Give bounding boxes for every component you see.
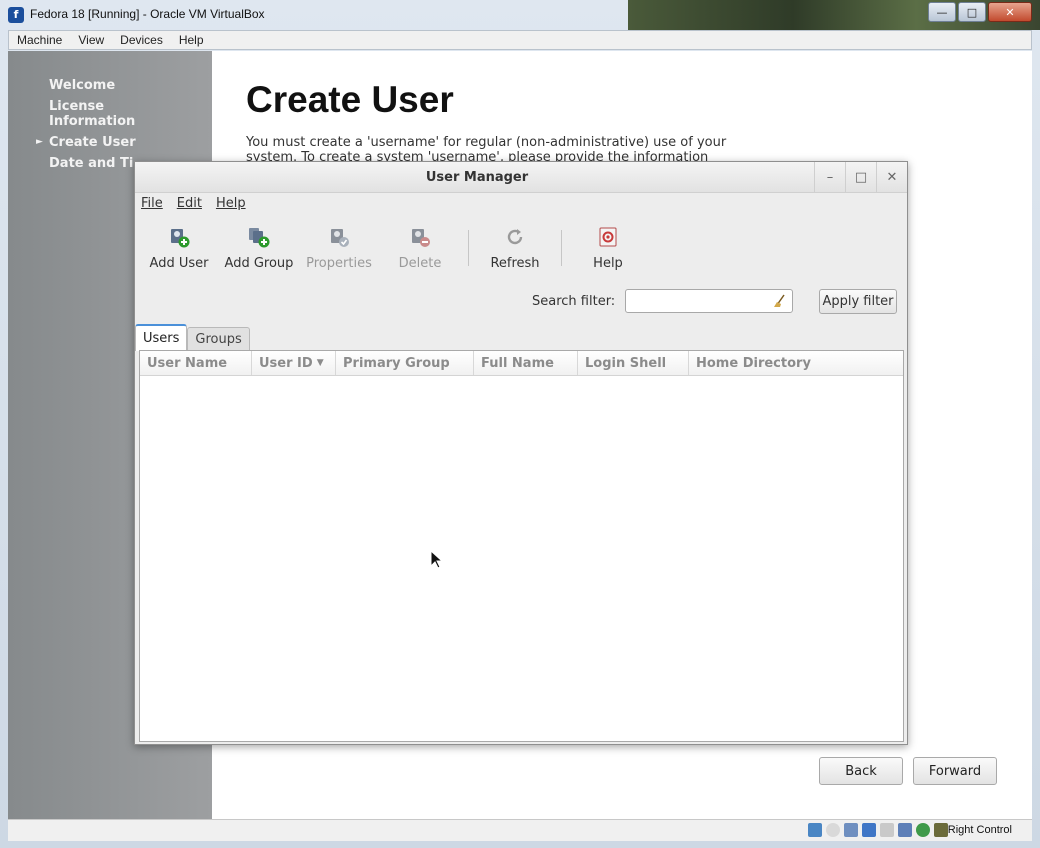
- mouse-pointer-icon: [430, 550, 444, 569]
- menu-devices[interactable]: Devices: [112, 33, 171, 47]
- table-header: User Name User ID ▼ Primary Group Full Na…: [140, 351, 903, 376]
- sort-descending-icon: ▼: [316, 358, 324, 368]
- network-icon[interactable]: [862, 823, 876, 837]
- properties-icon: [331, 229, 349, 247]
- tab-groups[interactable]: Groups: [187, 327, 250, 351]
- forward-button[interactable]: Forward: [913, 757, 997, 785]
- usb-icon[interactable]: [844, 823, 858, 837]
- dialog-close-button[interactable]: ✕: [876, 162, 907, 192]
- menu-edit[interactable]: Edit: [177, 196, 202, 211]
- toolbar-separator: [468, 230, 469, 266]
- menu-file[interactable]: File: [141, 196, 163, 211]
- help-icon: [599, 227, 617, 247]
- display-icon[interactable]: [898, 823, 912, 837]
- user-manager-menubar: File Edit Help: [141, 196, 260, 211]
- refresh-button[interactable]: Refresh: [477, 224, 553, 274]
- current-step-arrow-icon: ►: [36, 137, 43, 147]
- toolbar: Add User Add Group Properties Delete Ref…: [141, 224, 901, 274]
- virtualbox-statusbar: Right Control: [8, 819, 1032, 841]
- step-welcome: Welcome: [49, 78, 116, 93]
- back-button[interactable]: Back: [819, 757, 903, 785]
- column-user-name[interactable]: User Name: [140, 351, 252, 375]
- column-home-directory[interactable]: Home Directory: [689, 351, 903, 375]
- mouse-integration-icon[interactable]: [916, 823, 930, 837]
- clear-search-icon[interactable]: [772, 293, 788, 309]
- dialog-maximize-button[interactable]: □: [845, 162, 876, 192]
- virtualbox-titlebar[interactable]: f Fedora 18 [Running] - Oracle VM Virtua…: [0, 0, 1040, 30]
- menu-help[interactable]: Help: [171, 33, 212, 47]
- minimize-button[interactable]: —: [928, 2, 956, 22]
- window-title: Fedora 18 [Running] - Oracle VM VirtualB…: [30, 7, 265, 21]
- column-user-id[interactable]: User ID ▼: [252, 351, 336, 375]
- user-manager-dialog: User Manager – □ ✕ File Edit Help Add Us…: [134, 161, 908, 745]
- virtualbox-app-icon: f: [8, 7, 24, 23]
- delete-icon: [412, 229, 430, 247]
- tab-users[interactable]: Users: [135, 324, 188, 351]
- search-input[interactable]: [625, 289, 793, 313]
- page-title: Create User: [246, 79, 454, 120]
- column-primary-group[interactable]: Primary Group: [336, 351, 474, 375]
- refresh-icon: [507, 229, 523, 245]
- apply-filter-button[interactable]: Apply filter: [819, 289, 897, 314]
- close-button[interactable]: ✕: [988, 2, 1032, 22]
- step-date-time: Date and Ti: [49, 156, 134, 171]
- virtualbox-window: f Fedora 18 [Running] - Oracle VM Virtua…: [0, 0, 1040, 848]
- menu-view[interactable]: View: [70, 33, 112, 47]
- add-user-icon: [171, 229, 190, 248]
- users-table[interactable]: User Name User ID ▼ Primary Group Full Na…: [139, 350, 904, 742]
- step-license: License Information: [49, 99, 136, 129]
- add-group-button[interactable]: Add Group: [221, 224, 297, 274]
- dialog-minimize-button[interactable]: –: [814, 162, 845, 192]
- dialog-title: User Manager: [425, 170, 529, 185]
- properties-button[interactable]: Properties: [301, 224, 377, 274]
- add-user-button[interactable]: Add User: [141, 224, 217, 274]
- menu-machine[interactable]: Machine: [9, 33, 70, 47]
- tab-bar: Users Groups: [135, 324, 250, 351]
- delete-button[interactable]: Delete: [382, 224, 458, 274]
- help-button[interactable]: Help: [570, 224, 646, 274]
- toolbar-separator: [561, 230, 562, 266]
- column-login-shell[interactable]: Login Shell: [578, 351, 689, 375]
- virtualbox-menubar: Machine View Devices Help: [8, 30, 1032, 50]
- maximize-button[interactable]: □: [958, 2, 986, 22]
- user-manager-titlebar[interactable]: User Manager – □ ✕: [135, 162, 907, 193]
- host-key-icon[interactable]: [934, 823, 948, 837]
- optical-drive-icon[interactable]: [826, 823, 840, 837]
- column-full-name[interactable]: Full Name: [474, 351, 578, 375]
- add-group-icon: [249, 228, 270, 248]
- host-key-label: Right Control: [947, 824, 1012, 836]
- step-create-user: Create User: [49, 135, 136, 150]
- search-filter-label: Search filter:: [532, 294, 616, 309]
- menu-help-um[interactable]: Help: [216, 196, 246, 211]
- hard-disk-icon[interactable]: [808, 823, 822, 837]
- shared-folders-icon[interactable]: [880, 823, 894, 837]
